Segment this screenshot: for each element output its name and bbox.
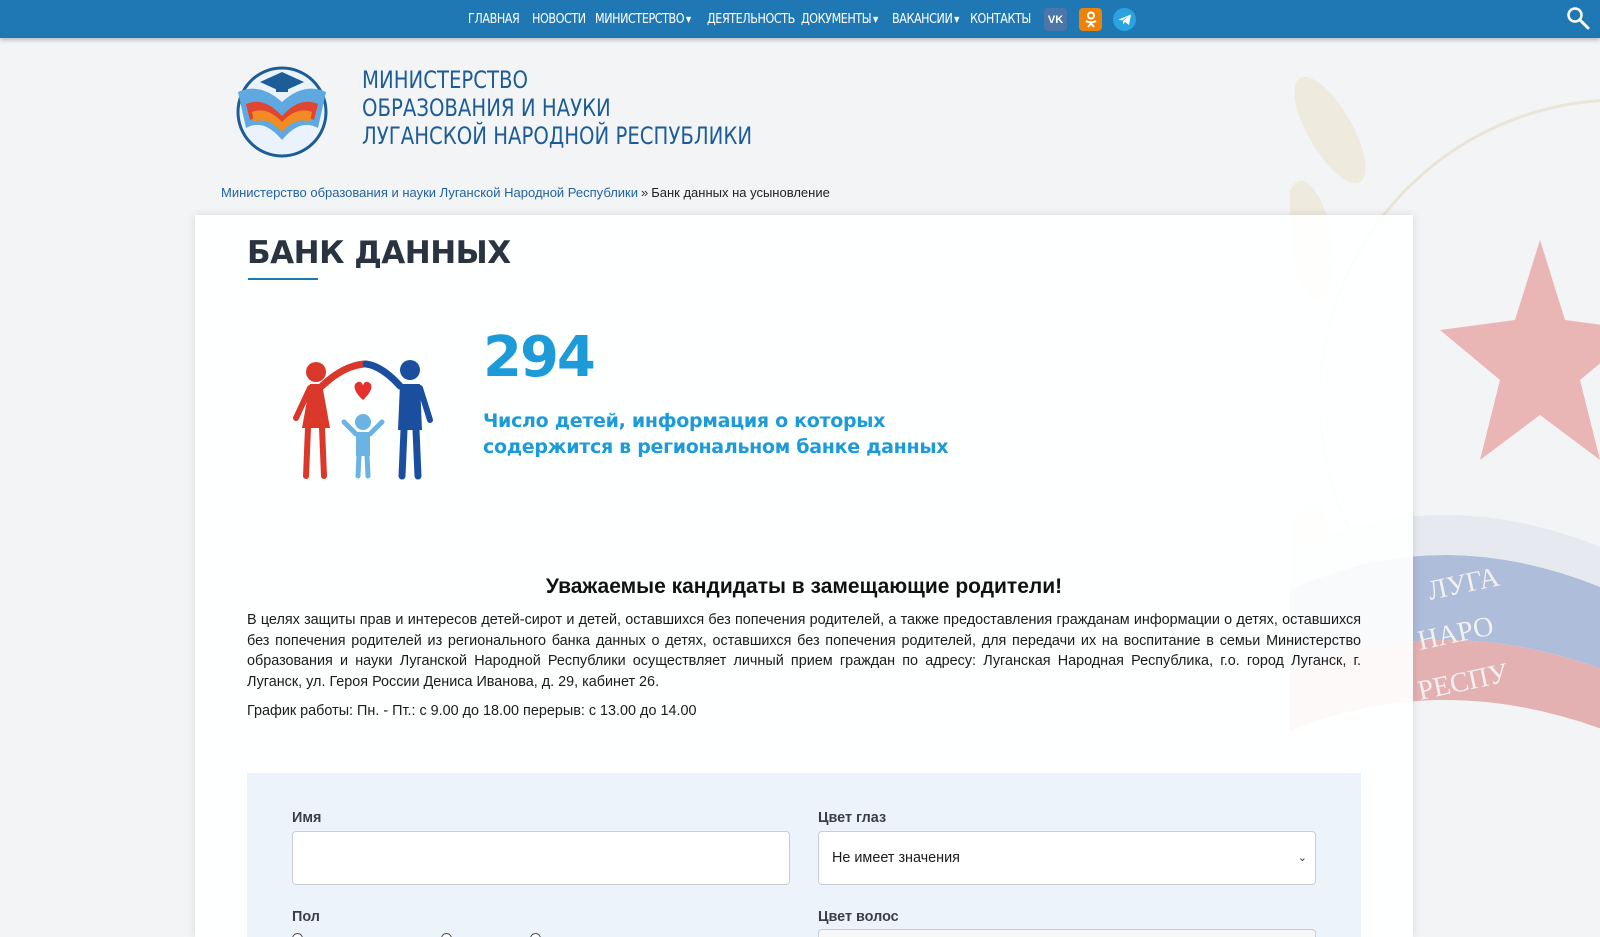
nav-item-contacts[interactable]: КОНТАКТЫ	[970, 12, 1032, 27]
page-title: БАНК ДАННЫХ	[247, 235, 511, 271]
breadcrumb-home-link[interactable]: Министерство образования и науки Луганск…	[221, 185, 638, 200]
chevron-down-icon: ⌄	[1297, 852, 1307, 864]
gender-radio-group	[292, 933, 545, 937]
nav-item-home[interactable]: ГЛАВНАЯ	[468, 12, 523, 27]
reception-info-text: В целях защиты прав и интересов детей-си…	[247, 612, 1361, 691]
caret-down-icon: ▼	[954, 14, 959, 24]
eye-color-select[interactable]: Не имеет значения ⌄	[818, 831, 1316, 885]
telegram-icon[interactable]	[1113, 8, 1136, 31]
family-icon	[293, 360, 433, 480]
nav-item-vacancies[interactable]: ВАКАНСИИ ▼	[892, 12, 959, 27]
children-count: 294	[483, 325, 596, 390]
gender-radio-male[interactable]	[441, 933, 452, 937]
ministry-logo	[236, 66, 328, 158]
hair-color-select[interactable]	[818, 929, 1316, 937]
nav-item-news[interactable]: НОВОСТИ	[532, 12, 586, 27]
name-input[interactable]	[292, 831, 790, 885]
hair-color-label: Цвет волос	[818, 909, 899, 925]
vk-icon[interactable]: VK	[1044, 8, 1067, 31]
work-schedule: График работы: Пн. - Пт.: с 9.00 до 18.0…	[247, 703, 697, 719]
eye-color-label: Цвет глаз	[818, 810, 887, 826]
odnoklassniki-icon[interactable]	[1079, 8, 1102, 31]
caret-down-icon: ▼	[872, 14, 878, 24]
count-caption: Число детей, информация о которых содерж…	[483, 410, 949, 458]
name-label: Имя	[292, 810, 322, 826]
greeting-heading: Уважаемые кандидаты в замещающие родител…	[545, 575, 1063, 598]
nav-item-documents[interactable]: ДОКУМЕНТЫ ▼	[801, 12, 879, 27]
organization-name: МИНИСТЕРСТВО ОБРАЗОВАНИЯ И НАУКИ ЛУГАНСК…	[362, 66, 753, 150]
search-icon[interactable]	[1566, 6, 1590, 30]
search-form: Имя Цвет глаз Не имеет значения ⌄ Пол Цв…	[247, 773, 1361, 937]
breadcrumb-current: Банк данных на усыновление	[651, 185, 830, 200]
top-navigation-bar: ГЛАВНАЯ НОВОСТИ МИНИСТЕРСТВО ▼ ДЕЯТЕЛЬНОС…	[0, 0, 1600, 38]
breadcrumb-separator: »	[640, 185, 649, 200]
odnoklassniki-glyph	[1084, 11, 1097, 28]
caret-down-icon: ▼	[685, 14, 691, 24]
content-card: БАНК ДАННЫХ 294 Число детей, информация …	[195, 215, 1413, 937]
gender-label: Пол	[292, 909, 320, 925]
title-underline	[248, 278, 318, 280]
main-nav: ГЛАВНАЯ НОВОСТИ МИНИСТЕРСТВО ▼ ДЕЯТЕЛЬНОС…	[468, 0, 1042, 38]
nav-item-ministry[interactable]: МИНИСТЕРСТВО ▼	[595, 12, 691, 27]
nav-item-activity[interactable]: ДЕЯТЕЛЬНОСТЬ	[707, 12, 795, 27]
breadcrumb: Министерство образования и науки Луганск…	[221, 185, 830, 200]
telegram-glyph	[1118, 14, 1131, 25]
gender-radio-female[interactable]	[530, 933, 541, 937]
gender-radio-any[interactable]	[292, 933, 303, 937]
